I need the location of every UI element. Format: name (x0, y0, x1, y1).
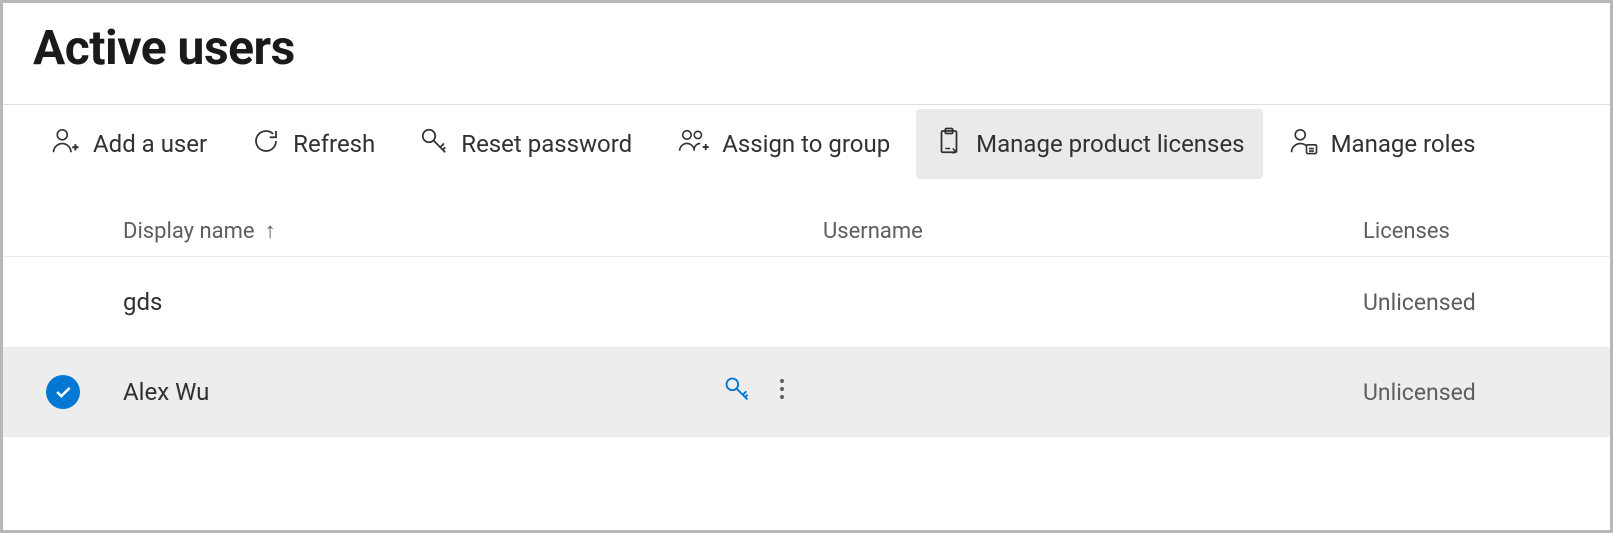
manage-product-licenses-label: Manage product licenses (976, 130, 1244, 158)
column-username-label: Username (823, 219, 923, 244)
column-display-name[interactable]: Display name ↑ (123, 219, 723, 244)
manage-product-licenses-button[interactable]: Manage product licenses (916, 109, 1262, 179)
user-licenses: Unlicensed (1363, 289, 1476, 316)
column-licenses-label: Licenses (1363, 219, 1450, 244)
user-display-name: Alex Wu (123, 378, 209, 406)
key-icon (419, 126, 449, 162)
refresh-label: Refresh (293, 130, 375, 158)
table-row[interactable]: Alex Wu (3, 347, 1610, 437)
active-users-panel: Active users Add a user Refresh (0, 0, 1613, 533)
more-options-button[interactable] (779, 377, 785, 407)
reset-password-label: Reset password (461, 130, 632, 158)
add-user-icon (51, 126, 81, 162)
assign-to-group-label: Assign to group (722, 130, 890, 158)
add-user-label: Add a user (93, 130, 207, 158)
row-checkbox[interactable] (3, 375, 123, 409)
refresh-button[interactable]: Refresh (233, 109, 393, 179)
reset-password-row-button[interactable] (723, 375, 751, 409)
assign-to-group-button[interactable]: Assign to group (658, 109, 908, 179)
group-icon (676, 126, 710, 162)
row-actions (723, 375, 823, 409)
page-title: Active users (3, 3, 1610, 104)
user-display-name: gds (123, 288, 162, 316)
column-username[interactable]: Username (823, 219, 1363, 244)
roles-icon (1289, 126, 1319, 162)
user-licenses: Unlicensed (1363, 379, 1476, 406)
refresh-icon (251, 126, 281, 162)
table-row[interactable]: gds Unlicensed (3, 257, 1610, 347)
column-licenses[interactable]: Licenses (1363, 219, 1610, 244)
manage-roles-label: Manage roles (1331, 130, 1476, 158)
users-table: Display name ↑ Username Licenses gds Unl… (3, 219, 1610, 437)
checked-icon (46, 375, 80, 409)
column-display-name-label: Display name (123, 219, 255, 244)
table-header: Display name ↑ Username Licenses (3, 219, 1610, 257)
add-user-button[interactable]: Add a user (33, 109, 225, 179)
clipboard-icon (934, 126, 964, 162)
reset-password-button[interactable]: Reset password (401, 109, 650, 179)
command-bar: Add a user Refresh Reset password (3, 105, 1610, 183)
manage-roles-button[interactable]: Manage roles (1271, 109, 1494, 179)
sort-ascending-icon: ↑ (265, 221, 276, 243)
